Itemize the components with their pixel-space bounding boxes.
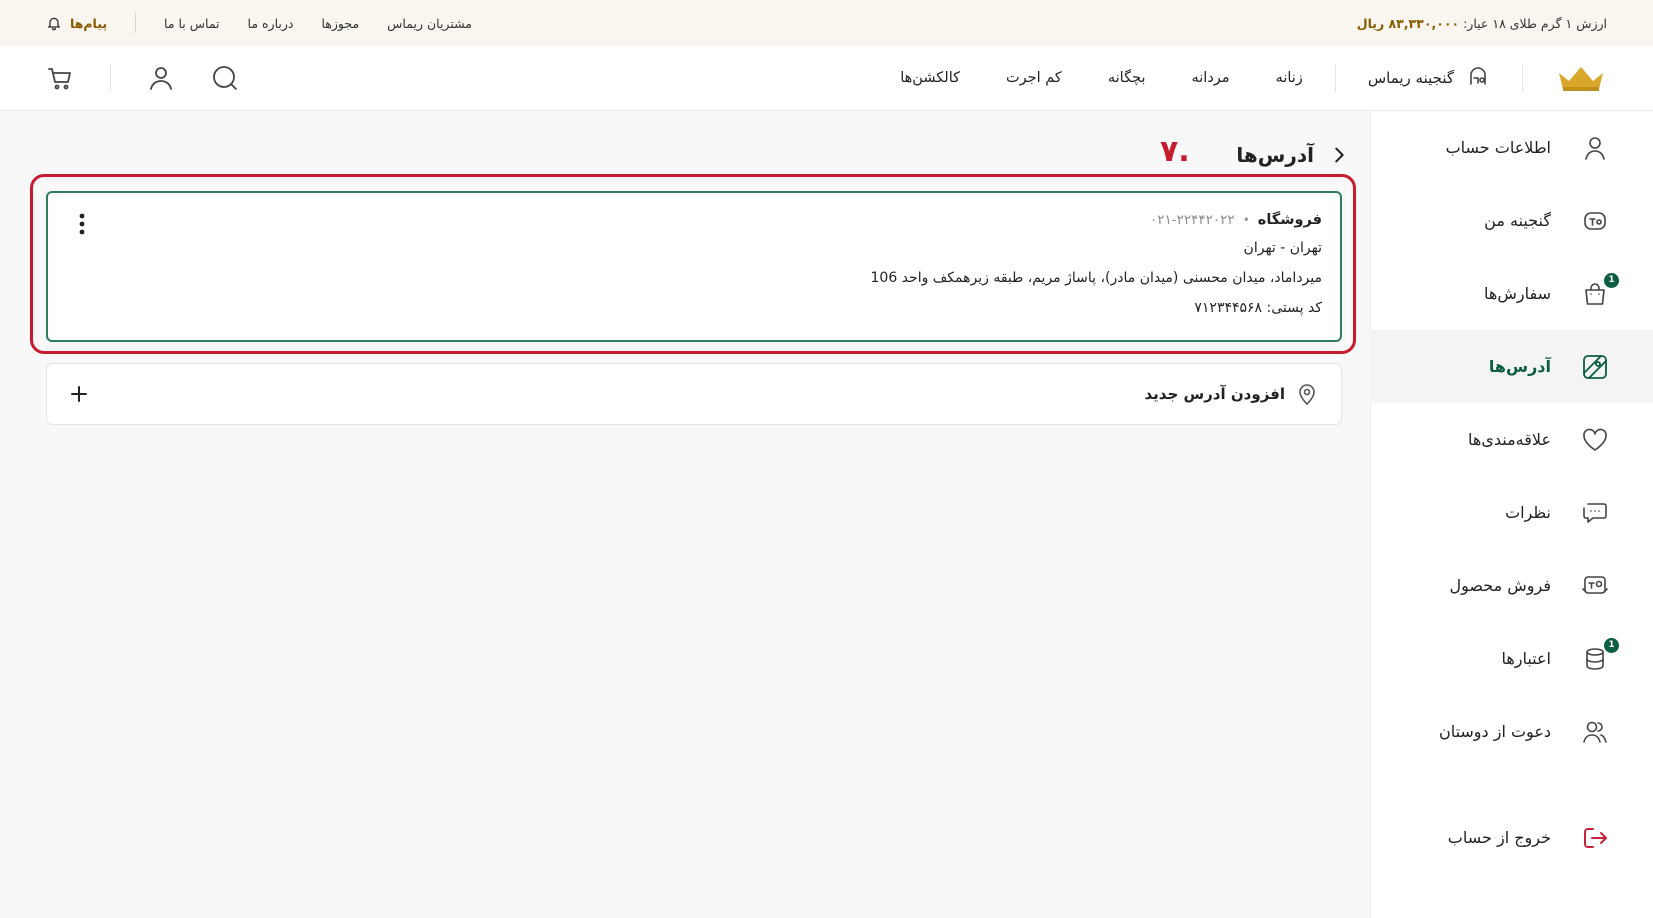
nav-collections[interactable]: کالکشن‌ها bbox=[900, 70, 960, 86]
nav-kids[interactable]: بچگانه bbox=[1108, 70, 1146, 86]
sidebar-item-label: علاقه‌مندی‌ها bbox=[1468, 430, 1551, 449]
address-postal-code: کد پستی: ۷۱۲۳۴۴۵۶۸ bbox=[1194, 300, 1322, 316]
treasure-icon bbox=[1470, 67, 1486, 85]
separator-dot: • bbox=[1242, 213, 1250, 227]
address-card[interactable]: فروشگاه • ۰۲۱-۲۲۴۴۲۰۲۲ تهران - تهران میر… bbox=[46, 191, 1342, 342]
sidebar-item-label: آدرس‌ها bbox=[1488, 357, 1551, 376]
sidebar-item-invite-friends[interactable]: دعوت از دوستان bbox=[1370, 695, 1653, 768]
nav-treasure-link[interactable]: گنجینه ریماس bbox=[1368, 66, 1490, 90]
nav-women[interactable]: زنانه bbox=[1276, 70, 1303, 86]
divider bbox=[1334, 64, 1336, 92]
sidebar-item-label: اطلاعات حساب bbox=[1445, 138, 1551, 157]
gold-price-label: ارزش ۱ گرم طلای ۱۸ عیار: bbox=[1463, 15, 1607, 31]
sidebar-item-label: اعتبارها bbox=[1501, 649, 1551, 668]
link-about[interactable]: درباره ما bbox=[248, 16, 294, 31]
address-name: فروشگاه bbox=[1257, 212, 1322, 228]
nav-treasure-label: گنجینه ریماس bbox=[1367, 69, 1454, 87]
sidebar-item-label: دعوت از دوستان bbox=[1438, 722, 1551, 741]
user-icon bbox=[1581, 134, 1609, 162]
search-icon[interactable] bbox=[211, 64, 239, 92]
top-info-bar: ارزش ۱ گرم طلای ۱۸ عیار: ۸۳,۳۳۰,۰۰۰ ریال… bbox=[0, 0, 1653, 46]
sidebar-item-credits[interactable]: 1 اعتبارها bbox=[1370, 622, 1653, 695]
sidebar-item-sell-product[interactable]: فروش محصول bbox=[1370, 549, 1653, 622]
comments-icon bbox=[1581, 499, 1609, 527]
location-pin-icon bbox=[1299, 384, 1315, 406]
address-city: تهران - تهران bbox=[1243, 240, 1322, 256]
nav-low-wage[interactable]: کم اجرت bbox=[1006, 70, 1062, 86]
page: ارزش ۱ گرم طلای ۱۸ عیار: ۸۳,۳۳۰,۰۰۰ ریال… bbox=[0, 0, 1653, 918]
divider bbox=[1522, 64, 1523, 92]
sidebar-item-label: نظرات bbox=[1505, 503, 1551, 522]
bell-icon bbox=[48, 17, 60, 31]
nav-links: زنانه مردانه بچگانه کم اجرت کالکشن‌ها bbox=[900, 70, 1303, 86]
add-address-label: افزودن آدرس جدید bbox=[1144, 385, 1285, 403]
treasure-icon bbox=[1581, 207, 1609, 235]
divider bbox=[135, 13, 137, 33]
sidebar-item-comments[interactable]: نظرات bbox=[1370, 476, 1653, 549]
main-navigation: گنجینه ریماس زنانه مردانه بچگانه کم اجرت… bbox=[0, 46, 1653, 111]
address-phone: ۰۲۱-۲۲۴۴۲۰۲۲ bbox=[1150, 212, 1235, 228]
step-number: ۷. bbox=[1160, 134, 1190, 169]
link-contact[interactable]: تماس با ما bbox=[164, 16, 220, 31]
link-licenses[interactable]: مجوزها bbox=[322, 16, 360, 31]
add-address-button[interactable]: افزودن آدرس جدید bbox=[46, 363, 1342, 425]
chevron-right-icon[interactable] bbox=[1328, 144, 1350, 166]
plus-icon bbox=[71, 386, 87, 402]
sidebar-item-account-info[interactable]: اطلاعات حساب bbox=[1370, 111, 1653, 184]
page-title: آدرس‌ها bbox=[1236, 143, 1314, 167]
address-header: فروشگاه • ۰۲۱-۲۲۴۴۲۰۲۲ bbox=[66, 207, 1322, 233]
heart-icon bbox=[1581, 426, 1609, 454]
top-links: مشتریان ریماس مجوزها درباره ما تماس با م… bbox=[46, 13, 472, 33]
account-sidebar: اطلاعات حساب گنجینه من 1 سفارش‌ها آدرس‌ه… bbox=[1370, 111, 1653, 918]
sidebar-item-label: گنجینه من bbox=[1484, 211, 1551, 230]
sidebar-item-label: فروش محصول bbox=[1449, 576, 1551, 595]
credits-badge: 1 bbox=[1604, 637, 1619, 653]
divider bbox=[110, 64, 111, 92]
logout-label: خروج از حساب bbox=[1447, 828, 1551, 847]
gold-price: ارزش ۱ گرم طلای ۱۸ عیار: ۸۳,۳۳۰,۰۰۰ ریال bbox=[1357, 16, 1607, 31]
messages-label: پیام‌ها bbox=[70, 15, 108, 31]
crown-logo-icon[interactable] bbox=[1555, 63, 1607, 93]
users-icon bbox=[1581, 718, 1609, 746]
logout-button[interactable]: خروج از حساب bbox=[1370, 801, 1653, 874]
link-customers[interactable]: مشتریان ریماس bbox=[387, 16, 472, 31]
sell-icon bbox=[1581, 572, 1609, 600]
logout-icon bbox=[1581, 824, 1609, 852]
bag-icon: 1 bbox=[1581, 272, 1619, 308]
sidebar-item-orders[interactable]: 1 سفارش‌ها bbox=[1370, 257, 1653, 330]
nav-men[interactable]: مردانه bbox=[1191, 70, 1229, 86]
user-icon[interactable] bbox=[147, 64, 175, 92]
orders-badge: 1 bbox=[1604, 272, 1619, 288]
gold-price-value: ۸۳,۳۳۰,۰۰۰ ریال bbox=[1356, 15, 1460, 31]
more-options-icon[interactable] bbox=[72, 211, 92, 237]
coins-icon: 1 bbox=[1581, 637, 1619, 673]
address-full: میرداماد، میدان محسنی (میدان مادر)، پاسا… bbox=[870, 270, 1323, 286]
cart-icon[interactable] bbox=[46, 64, 74, 92]
sidebar-item-my-treasure[interactable]: گنجینه من bbox=[1370, 184, 1653, 257]
map-icon bbox=[1581, 353, 1609, 381]
sidebar-item-addresses[interactable]: آدرس‌ها bbox=[1370, 330, 1653, 403]
sidebar-item-label: سفارش‌ها bbox=[1484, 284, 1551, 303]
nav-actions bbox=[46, 64, 239, 92]
sidebar-item-favorites[interactable]: علاقه‌مندی‌ها bbox=[1370, 403, 1653, 476]
messages-button[interactable]: پیام‌ها bbox=[46, 15, 107, 31]
